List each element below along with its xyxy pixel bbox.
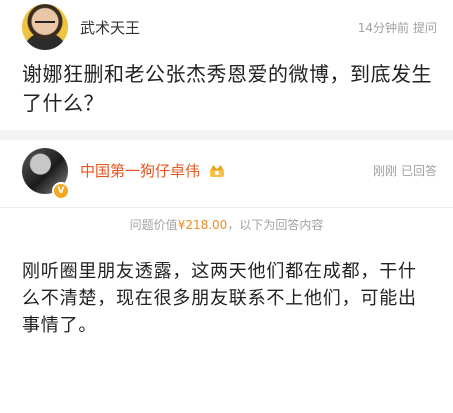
bounty-amount: ¥218.00 bbox=[177, 218, 228, 232]
answerer-username-row[interactable]: 中国第一狗仔卓伟 bbox=[80, 160, 225, 181]
question-card: 武术天王 14分钟前 提问 谢娜狂删和老公张杰秀恩爱的微博，到底发生了什么？ bbox=[0, 0, 453, 130]
answer-body: 刚听圈里朋友透露，这两天他们都在成都，干什么不清楚，现在很多朋友联系不上他们，可… bbox=[22, 261, 417, 336]
answer-card: V 中国第一狗仔卓伟 刚刚 已回答 问题价值¥218.00，以下为回答内容 刚听圈… bbox=[0, 140, 453, 413]
question-action: 提问 bbox=[412, 21, 437, 35]
question-title[interactable]: 谢娜狂删和老公张杰秀恩爱的微博，到底发生了什么？ bbox=[22, 60, 437, 118]
asker-username[interactable]: 武术天王 bbox=[80, 17, 140, 38]
asker-avatar[interactable] bbox=[22, 4, 68, 50]
bounty-suffix: ，以下为回答内容 bbox=[227, 218, 324, 232]
divider bbox=[0, 207, 453, 208]
bounty-line: 问题价值¥218.00，以下为回答内容 bbox=[0, 216, 453, 233]
crown-icon bbox=[209, 165, 224, 177]
answer-status-label: 已回答 bbox=[400, 164, 437, 178]
question-meta: 14分钟前 提问 bbox=[358, 19, 437, 36]
question-time: 14分钟前 bbox=[357, 21, 409, 35]
answer-time: 刚刚 bbox=[372, 164, 397, 178]
answer-status: 刚刚 已回答 bbox=[373, 162, 437, 179]
verified-v-icon: V bbox=[52, 182, 70, 200]
glasses-shape bbox=[35, 21, 55, 27]
answerer-username[interactable]: 中国第一狗仔卓伟 bbox=[80, 162, 200, 180]
bounty-prefix: 问题价值 bbox=[129, 218, 178, 232]
